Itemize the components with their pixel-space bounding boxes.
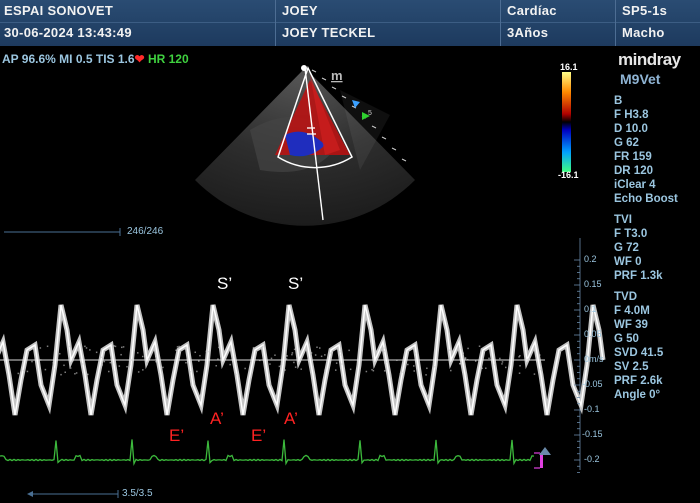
header-separator (500, 0, 501, 46)
annotation-e-prime-2[interactable]: E’ (251, 426, 266, 446)
brand-logo: mindray (618, 50, 681, 70)
color-bar-max: 16.1 (560, 62, 578, 72)
annotation-e-prime-1[interactable]: E’ (169, 426, 184, 446)
param-frequency: F 4.0M (614, 304, 663, 318)
doppler-spectrum[interactable] (0, 238, 610, 478)
b-mode-params: B F H3.8 D 10.0 G 62 FR 159 DR 120 iClea… (614, 94, 678, 206)
tvi-params: TVI F T3.0 G 72 WF 0 PRF 1.3k (614, 213, 663, 283)
scale-baseline-label: 0m/s (584, 354, 604, 364)
annotation-a-prime-1[interactable]: A’ (210, 409, 224, 429)
exam-datetime: 30-06-2024 13:43:49 (4, 25, 132, 40)
scale-label: 0.15 (584, 279, 602, 289)
header-bar: ESPAI SONOVET 30-06-2024 13:43:49 JOEY J… (0, 0, 700, 46)
param-angle: Angle 0° (614, 388, 663, 402)
tis-value: TIS 1.6 (96, 52, 135, 66)
color-velocity-bar (558, 70, 578, 176)
header-separator (615, 0, 616, 46)
header-separator (275, 0, 276, 46)
scale-label: 0.05 (584, 329, 602, 339)
heart-icon: ❤ (135, 52, 145, 66)
sweep-position-icon (539, 447, 551, 455)
tvd-params: TVD F 4.0M WF 39 G 50 SVD 41.5 SV 2.5 PR… (614, 290, 663, 402)
param-prf: PRF 1.3k (614, 269, 663, 283)
param-prf: PRF 2.6k (614, 374, 663, 388)
acoustic-output: AP 96.6% MI 0.5 TIS 1.6❤ HR 120 (2, 52, 189, 66)
b-mode-sector[interactable]: 5 m (190, 60, 430, 230)
cine-bar-bottom[interactable] (0, 488, 130, 500)
ecg-marker-icon (540, 453, 543, 468)
param-echo-boost: Echo Boost (614, 192, 678, 206)
scale-label: 0.1 (584, 304, 597, 314)
header-divider (0, 22, 700, 23)
param-frame-rate: FR 159 (614, 150, 678, 164)
param-depth: D 10.0 (614, 122, 678, 136)
cine-counter-bottom: 3.5/3.5 (122, 488, 153, 499)
annotation-s-prime-2[interactable]: S’ (288, 274, 303, 294)
param-frequency: F T3.0 (614, 227, 663, 241)
param-gain: G 50 (614, 332, 663, 346)
probe-orientation-dot (301, 65, 307, 71)
mi-value: MI 0.5 (59, 52, 92, 66)
param-sample-volume: SV 2.5 (614, 360, 663, 374)
patient-name[interactable]: JOEY TECKEL (282, 25, 375, 40)
param-gain: G 62 (614, 136, 678, 150)
orientation-marker-m: m (331, 68, 343, 83)
device-model: M9Vet (620, 71, 660, 87)
focus-label: 5 (368, 110, 372, 117)
patient-sex: Macho (622, 25, 665, 40)
scale-label: -0.1 (584, 404, 600, 414)
probe-name[interactable]: SP5-1s (622, 3, 667, 18)
scale-label: -0.2 (584, 454, 600, 464)
tvi-title: TVI (614, 213, 663, 227)
scale-label: -0.15 (582, 429, 603, 439)
velocity-scale (574, 260, 580, 478)
param-gain: G 72 (614, 241, 663, 255)
param-dynamic-range: DR 120 (614, 164, 678, 178)
b-mode-title: B (614, 94, 678, 108)
annotation-s-prime-1[interactable]: S’ (217, 274, 232, 294)
param-svd: SVD 41.5 (614, 346, 663, 360)
cine-bar-top[interactable] (0, 226, 130, 238)
scale-label: 0.2 (584, 254, 597, 264)
ecg-trace (0, 439, 534, 463)
exam-type[interactable]: Cardíac (507, 3, 557, 18)
param-wall-filter: WF 0 (614, 255, 663, 269)
patient-id[interactable]: JOEY (282, 3, 318, 18)
annotation-a-prime-2[interactable]: A’ (284, 409, 298, 429)
patient-age: 3Años (507, 25, 548, 40)
ap-value: AP 96.6% (2, 52, 56, 66)
heart-rate: HR 120 (148, 52, 189, 66)
cine-counter-top: 246/246 (127, 226, 163, 237)
param-iclear: iClear 4 (614, 178, 678, 192)
param-wall-filter: WF 39 (614, 318, 663, 332)
color-bar-min: -16.1 (558, 170, 579, 180)
tvd-title: TVD (614, 290, 663, 304)
scale-label: -0.05 (582, 379, 603, 389)
clinic-name: ESPAI SONOVET (4, 3, 113, 18)
param-frequency: F H3.8 (614, 108, 678, 122)
